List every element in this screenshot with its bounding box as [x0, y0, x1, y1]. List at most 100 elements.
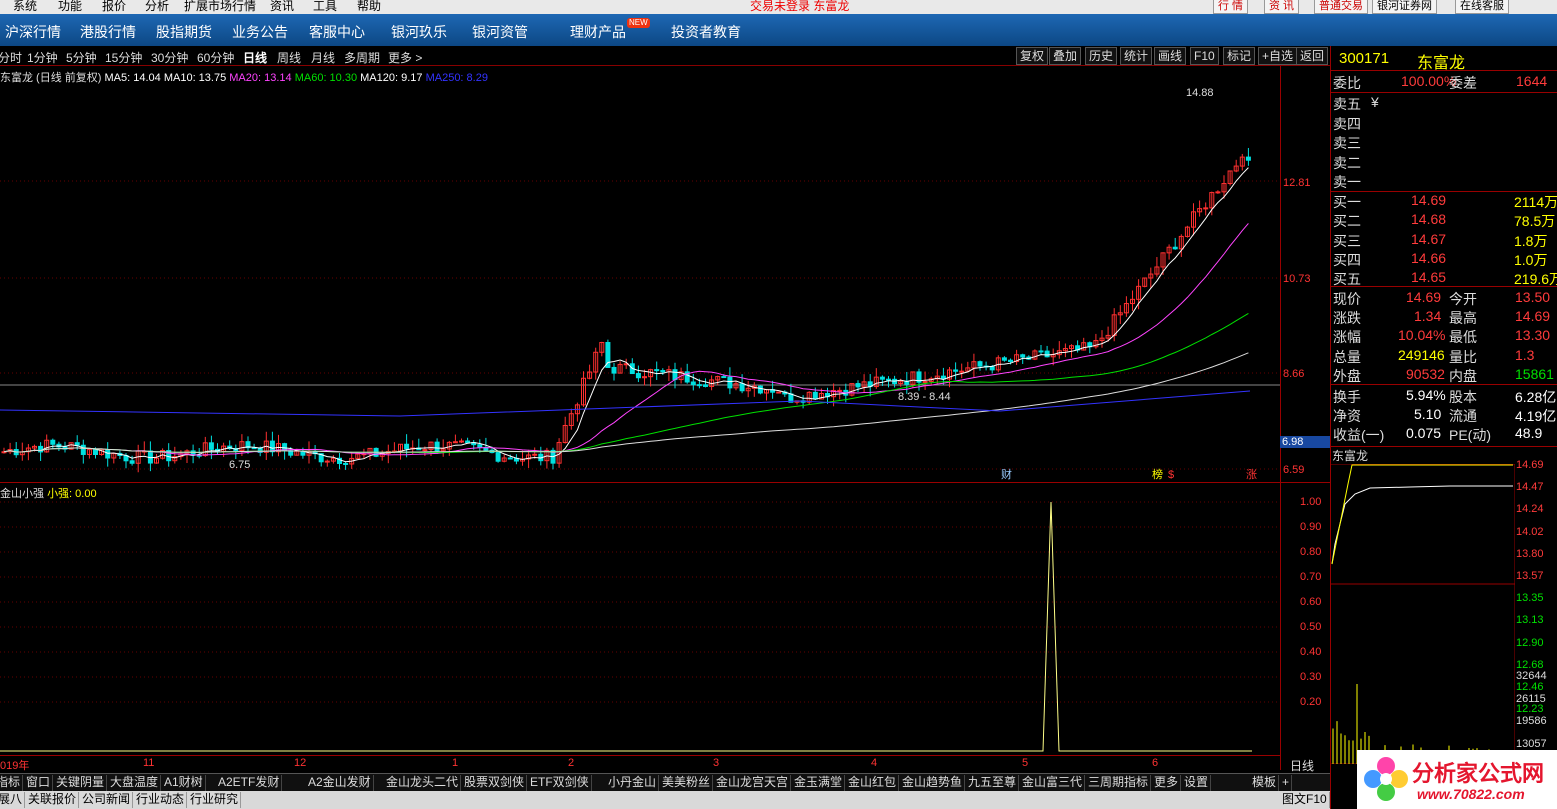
candle-body: [757, 385, 763, 394]
period-item[interactable]: 5分钟: [66, 49, 97, 66]
tool-button[interactable]: 画线: [1154, 47, 1187, 65]
indicator-axis-label: 1.00: [1300, 496, 1322, 508]
indicator-chart[interactable]: 金山小强 小强: 0.00: [0, 483, 1330, 755]
sep: [1331, 70, 1557, 71]
indicator-tab[interactable]: 窗口: [24, 775, 54, 791]
stat2-label: 净资: [1333, 408, 1361, 425]
menu-right-button[interactable]: 资 讯: [1264, 0, 1300, 14]
tool-button[interactable]: F10: [1190, 47, 1219, 65]
indicator-svg[interactable]: [0, 483, 1280, 755]
buy-label: 买一: [1333, 194, 1361, 210]
sell-label: 卖二: [1333, 154, 1361, 171]
indicator-tab[interactable]: A2ETF发财: [216, 775, 283, 791]
period-item[interactable]: 多周期: [344, 49, 380, 66]
indicator-tab[interactable]: 小丹金山: [606, 775, 660, 791]
period-item[interactable]: 月线: [311, 49, 335, 66]
info-tab[interactable]: 行业研究: [188, 792, 242, 808]
info-tab[interactable]: 行业动态: [134, 792, 188, 808]
indicator-tab[interactable]: ETF双剑侠: [528, 775, 592, 791]
candle-body: [1245, 156, 1251, 161]
period-item[interactable]: 60分钟: [197, 49, 234, 66]
indicator-tab[interactable]: A2金山发财: [306, 775, 374, 791]
nav-item[interactable]: 港股行情: [80, 22, 136, 42]
period-item[interactable]: 更多 >: [388, 49, 422, 66]
tool-button[interactable]: +自选: [1258, 47, 1298, 65]
info-tab[interactable]: 关联报价: [26, 792, 80, 808]
tool-button[interactable]: 返回: [1296, 47, 1329, 65]
nav-item[interactable]: 投资者教育: [671, 22, 741, 42]
period-item[interactable]: 日线: [243, 49, 267, 66]
menu-right-button[interactable]: 行 情: [1213, 0, 1249, 14]
nav-item[interactable]: 股指期货: [156, 22, 212, 42]
indicator-tab[interactable]: 九五至尊: [966, 775, 1020, 791]
event-mark: 榜: [1152, 467, 1163, 481]
period-item[interactable]: 15分钟: [105, 49, 142, 66]
f10-tab[interactable]: 图文F10: [1280, 792, 1330, 808]
menu-item[interactable]: 系统: [13, 0, 37, 14]
ma250-line: [0, 390, 1251, 417]
indicator-tab[interactable]: 更多: [1152, 775, 1182, 791]
period-item[interactable]: 30分钟: [151, 49, 188, 66]
kline-chart[interactable]: 东富龙 (日线 前复权) MA5: 14.04 MA10: 13.75 MA20…: [0, 66, 1330, 483]
candle-body: [635, 373, 641, 379]
range-label: 8.39 - 8.44: [898, 391, 951, 403]
nav-item[interactable]: 沪深行情: [5, 22, 61, 42]
menu-right-button[interactable]: 普通交易: [1314, 0, 1368, 14]
menu-item[interactable]: 资讯: [270, 0, 294, 14]
stat2-value2: 6.28亿: [1515, 389, 1557, 405]
nav-item[interactable]: 业务公告: [232, 22, 288, 42]
buy-row: 买三 14.67 1.8万: [1331, 231, 1557, 250]
menu-item[interactable]: 功能: [58, 0, 82, 14]
indicator-tab[interactable]: A1财树: [162, 775, 206, 791]
menu-item[interactable]: 分析: [145, 0, 169, 14]
indicator-tab[interactable]: 股票双剑侠: [462, 775, 528, 791]
tool-button[interactable]: 叠加: [1049, 47, 1082, 65]
tool-button[interactable]: 复权: [1016, 47, 1049, 65]
candle-body: [812, 391, 818, 400]
menu-right-button[interactable]: 在线客服: [1455, 0, 1509, 14]
candle-body: [837, 389, 843, 392]
stat-row: 总量 249146 量比 1.3: [1331, 347, 1557, 366]
indicator-tab[interactable]: 金山红包: [846, 775, 900, 791]
candle-body: [477, 444, 483, 448]
mini-price-label: 14.24: [1516, 503, 1544, 516]
candle-body: [922, 380, 928, 383]
indicator-tab[interactable]: 金玉满堂: [792, 775, 846, 791]
period-item[interactable]: 周线: [277, 49, 301, 66]
tool-button[interactable]: 历史: [1085, 47, 1118, 65]
tool-button[interactable]: 统计: [1120, 47, 1153, 65]
indicator-tab[interactable]: 大盘温度: [108, 775, 162, 791]
info-tab[interactable]: 展八: [0, 792, 26, 808]
indicator-tab[interactable]: 金山龙宫天宫: [714, 775, 792, 791]
menu-item[interactable]: 扩展市场行情: [184, 0, 256, 14]
tool-button[interactable]: 标记: [1223, 47, 1256, 65]
menu-item[interactable]: 工具: [313, 0, 337, 14]
mini-price-label: 13.80: [1516, 547, 1544, 560]
indicator-tab[interactable]: 三周期指标: [1086, 775, 1152, 791]
indicator-tab[interactable]: 模板: [1250, 775, 1280, 791]
nav-item[interactable]: 客服中心: [309, 22, 365, 42]
indicator-tab[interactable]: 关键阴量: [54, 775, 108, 791]
menu-item[interactable]: 报价: [102, 0, 126, 14]
info-tab[interactable]: 公司新闻: [80, 792, 134, 808]
indicator-tab[interactable]: +: [1280, 775, 1293, 791]
indicator-tab[interactable]: 金山龙头二代: [384, 775, 462, 791]
candle-body: [1172, 246, 1178, 250]
stat-label2: 量比: [1449, 348, 1477, 365]
period-item[interactable]: 1分钟: [27, 49, 58, 66]
nav-item[interactable]: 理财产品: [570, 22, 626, 42]
indicator-tab[interactable]: 金山富三代: [1020, 775, 1086, 791]
kline-svg[interactable]: 14.88 6.75 8.39 - 8.44 财 榜 $ 涨: [0, 66, 1280, 483]
weibi-row: 委比 100.00% 委差 1644: [1331, 73, 1557, 92]
nav-item[interactable]: 银河玖乐: [391, 22, 447, 42]
indicator-tab[interactable]: 设置: [1182, 775, 1212, 791]
indicator-tab[interactable]: 美美粉丝: [660, 775, 714, 791]
stat-row: 现价 14.69 今开 13.50: [1331, 289, 1557, 308]
menu-item[interactable]: 帮助: [357, 0, 381, 14]
menu-right-button[interactable]: 银河证券网: [1372, 0, 1437, 14]
indicator-tab[interactable]: 金山趋势鱼: [900, 775, 966, 791]
period-item[interactable]: 分时: [0, 49, 22, 66]
indicator-tab[interactable]: 指标: [0, 775, 24, 791]
period-label-bottom: 日线: [1290, 759, 1315, 773]
nav-item[interactable]: 银河资管: [472, 22, 528, 42]
